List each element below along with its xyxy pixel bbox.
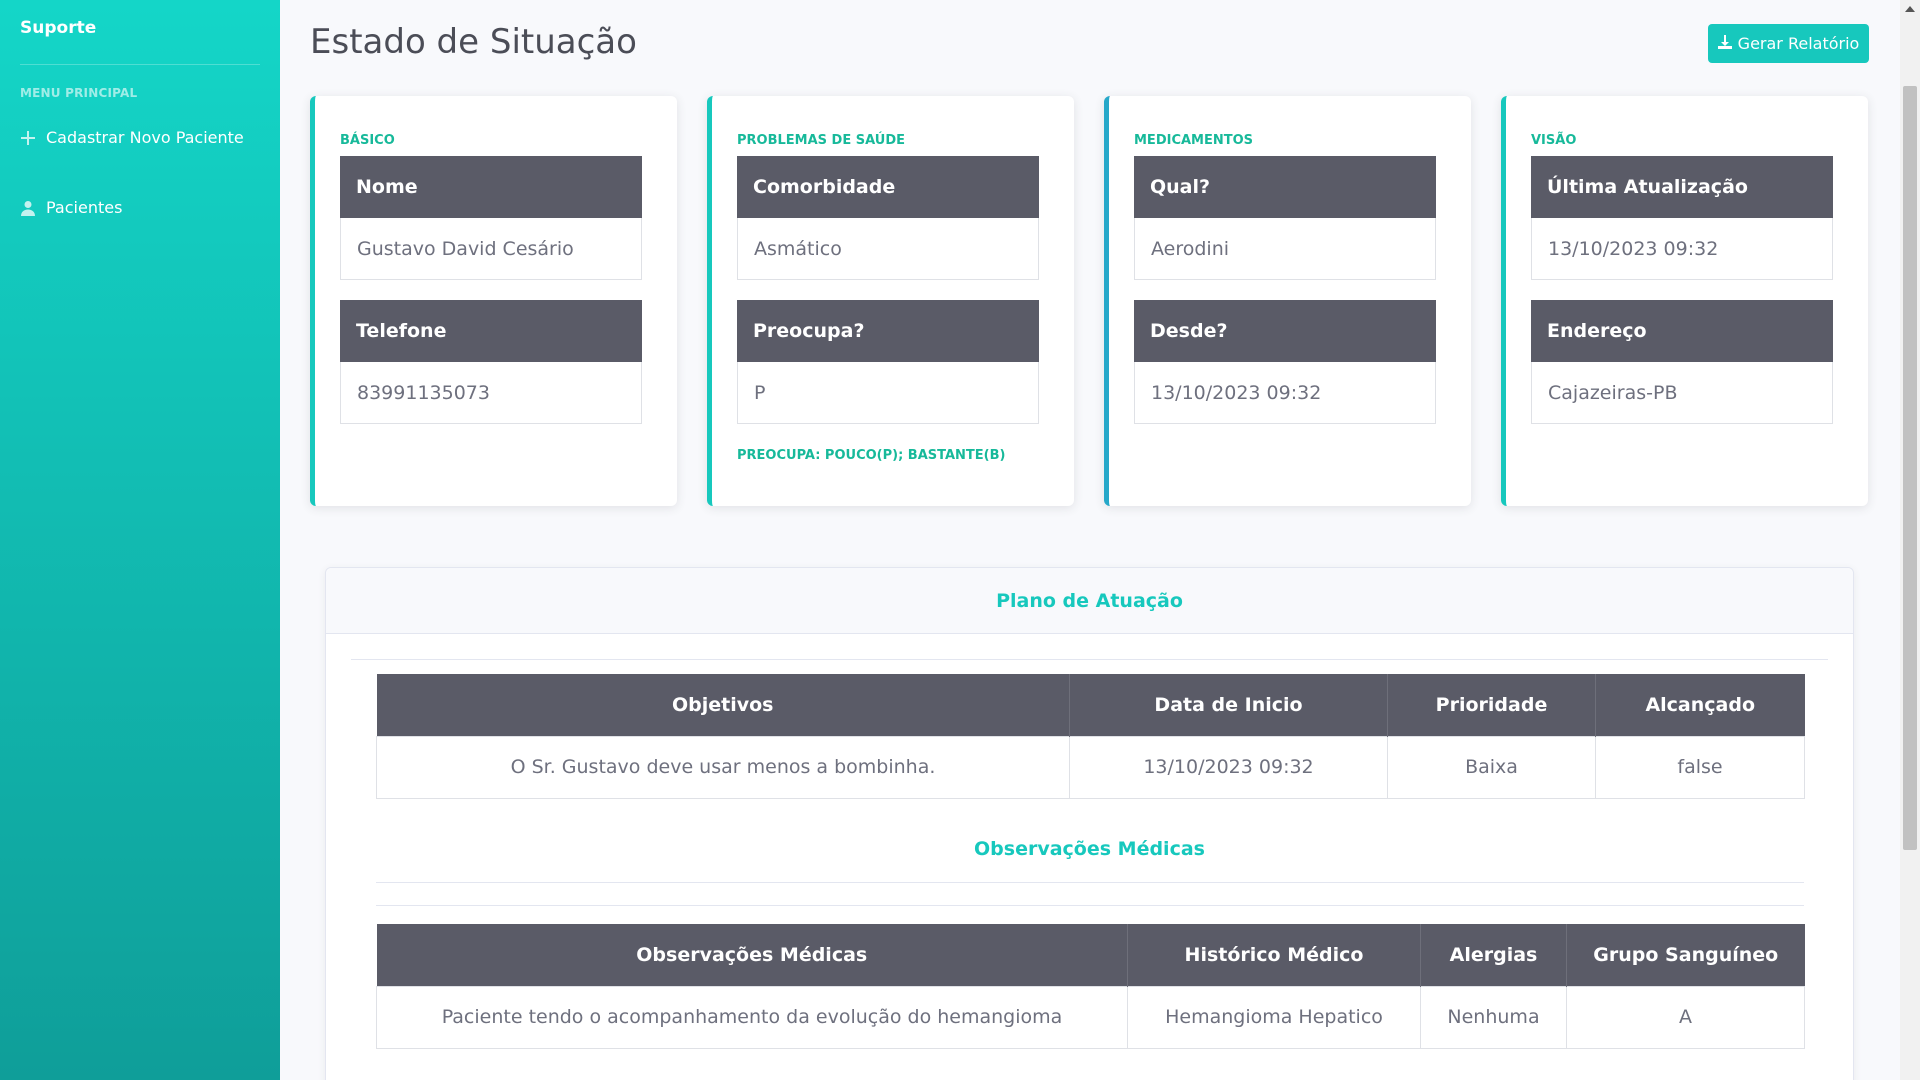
column-header: Histórico Médico [1127, 924, 1421, 986]
field-telefone: Telefone 83991135073 [340, 300, 642, 424]
table-header-row: Objetivos Data de Inicio Prioridade Alca… [376, 674, 1805, 736]
column-header: Observações Médicas [376, 924, 1128, 986]
column-header: Data de Inicio [1069, 674, 1388, 736]
brand-link[interactable]: Suporte [20, 18, 96, 38]
sidebar-item-label: Pacientes [46, 198, 123, 217]
card-label: VISÃO [1531, 133, 1577, 148]
card-label: PROBLEMAS DE SAÚDE [737, 133, 905, 148]
plan-table: Objetivos Data de Inicio Prioridade Alca… [376, 674, 1805, 799]
plan-title: Plano de Atuação [326, 568, 1853, 634]
field-comorbidade: Comorbidade Asmático [737, 156, 1039, 280]
field-nome: Nome Gustavo David Cesário [340, 156, 642, 280]
column-header: Alcançado [1595, 674, 1805, 736]
field-desde: Desde? 13/10/2023 09:32 [1134, 300, 1436, 424]
field-value: Aerodini [1134, 218, 1436, 280]
table-header-row: Observações Médicas Histórico Médico Ale… [376, 924, 1805, 986]
column-header: Grupo Sanguíneo [1566, 924, 1805, 986]
plus-icon [20, 130, 36, 146]
card-note: PREOCUPA: POUCO(P); BASTANTE(B) [737, 448, 1006, 463]
field-value: 83991135073 [340, 362, 642, 424]
divider [351, 659, 1828, 660]
table-cell: Hemangioma Hepatico [1127, 985, 1421, 1049]
sidebar: Suporte MENU PRINCIPAL Cadastrar Novo Pa… [0, 0, 280, 1080]
field-value: Asmático [737, 218, 1039, 280]
field-value: P [737, 362, 1039, 424]
field-header: Telefone [340, 300, 642, 362]
card-visao: VISÃO Última Atualização 13/10/2023 09:3… [1501, 96, 1868, 506]
field-endereco: Endereço Cajazeiras-PB [1531, 300, 1833, 424]
table-cell: O Sr. Gustavo deve usar menos a bombinha… [376, 735, 1070, 799]
download-icon [1717, 34, 1732, 53]
field-qual: Qual? Aerodini [1134, 156, 1436, 280]
observations-title: Observações Médicas [974, 838, 1205, 860]
field-header: Preocupa? [737, 300, 1039, 362]
field-value: 13/10/2023 09:32 [1134, 362, 1436, 424]
card-basico: BÁSICO Nome Gustavo David Cesário Telefo… [310, 96, 677, 506]
card-problemas-saude: PROBLEMAS DE SAÚDE Comorbidade Asmático … [707, 96, 1074, 506]
table-cell: Paciente tendo o acompanhamento da evolu… [376, 985, 1128, 1049]
table-row: O Sr. Gustavo deve usar menos a bombinha… [376, 735, 1805, 799]
column-header: Objetivos [376, 674, 1070, 736]
page-title: Estado de Situação [310, 22, 637, 62]
table-cell: 13/10/2023 09:32 [1069, 735, 1388, 799]
card-label: MEDICAMENTOS [1134, 133, 1254, 148]
sidebar-divider [20, 64, 260, 65]
vertical-scrollbar[interactable] [1900, 0, 1920, 1080]
field-header: Qual? [1134, 156, 1436, 218]
card-medicamentos: MEDICAMENTOS Qual? Aerodini Desde? 13/10… [1104, 96, 1471, 506]
column-header: Prioridade [1387, 674, 1596, 736]
observations-table: Observações Médicas Histórico Médico Ale… [376, 924, 1805, 1049]
table-cell: Baixa [1387, 735, 1596, 799]
field-preocupa: Preocupa? P [737, 300, 1039, 424]
column-header: Alergias [1420, 924, 1567, 986]
divider [376, 882, 1804, 883]
table-cell: Nenhuma [1420, 985, 1567, 1049]
field-value: 13/10/2023 09:32 [1531, 218, 1833, 280]
field-header: Comorbidade [737, 156, 1039, 218]
sidebar-item-cadastrar-paciente[interactable]: Cadastrar Novo Paciente [20, 128, 244, 147]
user-icon [20, 200, 36, 216]
scrollbar-thumb[interactable] [1903, 86, 1917, 850]
sidebar-item-pacientes[interactable]: Pacientes [20, 198, 122, 217]
field-value: Gustavo David Cesário [340, 218, 642, 280]
scroll-up-icon[interactable] [1905, 6, 1915, 12]
field-ultima-atualizacao: Última Atualização 13/10/2023 09:32 [1531, 156, 1833, 280]
generate-report-button[interactable]: Gerar Relatório [1708, 24, 1869, 63]
field-header: Última Atualização [1531, 156, 1833, 218]
divider [376, 905, 1804, 906]
field-value: Cajazeiras-PB [1531, 362, 1833, 424]
sidebar-heading: MENU PRINCIPAL [20, 86, 138, 100]
card-label: BÁSICO [340, 133, 395, 148]
sidebar-item-label: Cadastrar Novo Paciente [46, 128, 244, 147]
field-header: Endereço [1531, 300, 1833, 362]
field-header: Desde? [1134, 300, 1436, 362]
generate-report-label: Gerar Relatório [1737, 34, 1860, 53]
table-cell: A [1566, 985, 1805, 1049]
table-cell: false [1595, 735, 1805, 799]
plan-panel: Plano de Atuação Objetivos Data de Inici… [325, 567, 1854, 1080]
table-row: Paciente tendo o acompanhamento da evolu… [376, 985, 1805, 1049]
field-header: Nome [340, 156, 642, 218]
